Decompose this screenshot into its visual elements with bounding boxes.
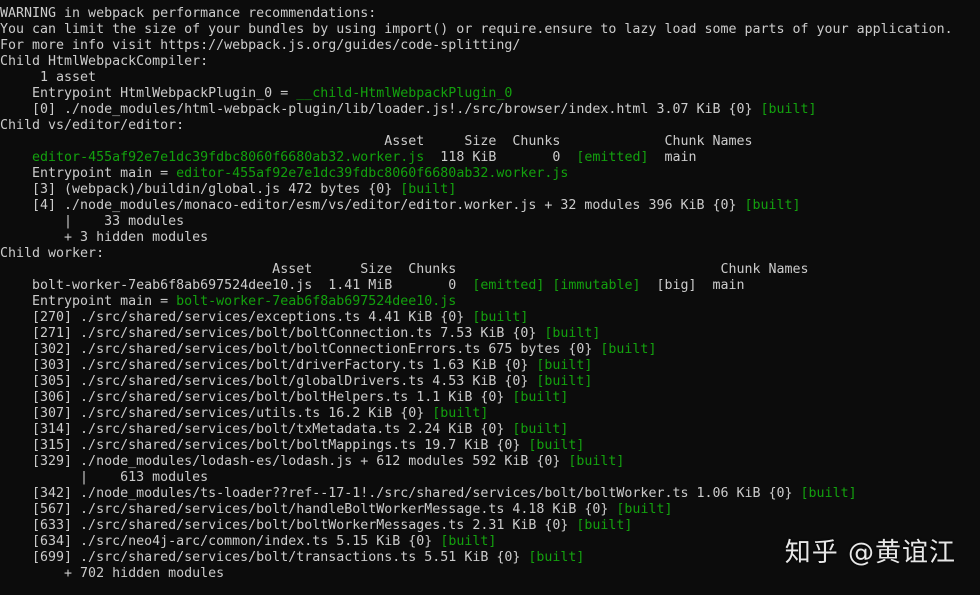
log-text: [633] ./src/shared/services/bolt/boltWor… xyxy=(0,518,577,533)
log-text: | 33 modules xyxy=(0,214,185,229)
terminal-line: bolt-worker-7eab6f8ab697524dee10.js 1.41… xyxy=(0,278,980,294)
terminal-line: [3] (webpack)/buildin/global.js 472 byte… xyxy=(0,182,980,198)
terminal-line: [305] ./src/shared/services/bolt/globalD… xyxy=(0,374,980,390)
terminal-line: | 613 modules xyxy=(0,470,980,486)
log-text: [699] ./src/shared/services/bolt/transac… xyxy=(0,550,529,565)
terminal-line: 1 asset xyxy=(0,70,980,86)
highlighted-text: [built] xyxy=(760,102,817,117)
log-text: [329] ./node_modules/lodash-es/lodash.js… xyxy=(0,454,569,469)
highlighted-text: [immutable] xyxy=(552,278,641,293)
terminal-line: Entrypoint main = editor-455af92e7e1dc39… xyxy=(0,166,980,182)
log-text: For more info visit https://webpack.js.o… xyxy=(0,38,521,53)
log-text: Child HtmlWebpackCompiler: xyxy=(0,54,209,69)
terminal-line: For more info visit https://webpack.js.o… xyxy=(0,38,980,54)
log-text: [big] main xyxy=(640,278,745,293)
terminal-line: Asset Size Chunks Chunk Names xyxy=(0,262,980,278)
log-text: Child worker: xyxy=(0,246,105,261)
log-text: [634] ./src/neo4j-arc/common/index.ts 5.… xyxy=(0,534,441,549)
log-text: | 613 modules xyxy=(0,470,209,485)
highlighted-text: [built] xyxy=(576,518,633,533)
log-text: [4] ./node_modules/monaco-editor/esm/vs/… xyxy=(0,198,745,213)
log-text: 118 KiB 0 xyxy=(424,150,577,165)
log-text: [271] ./src/shared/services/bolt/boltCon… xyxy=(0,326,545,341)
terminal-line: [567] ./src/shared/services/bolt/handleB… xyxy=(0,502,980,518)
log-text: main xyxy=(648,150,697,165)
highlighted-text: [built] xyxy=(536,374,593,389)
highlighted-text: [built] xyxy=(528,550,585,565)
highlighted-text: [built] xyxy=(472,310,529,325)
terminal-line: editor-455af92e7e1dc39fdbc8060f6680ab32.… xyxy=(0,150,980,166)
terminal-line: + 3 hidden modules xyxy=(0,230,980,246)
terminal-line: [307] ./src/shared/services/utils.ts 16.… xyxy=(0,406,980,422)
terminal-line: [0] ./node_modules/html-webpack-plugin/l… xyxy=(0,102,980,118)
highlighted-text: [built] xyxy=(600,342,657,357)
terminal-line: [314] ./src/shared/services/bolt/txMetad… xyxy=(0,422,980,438)
highlighted-text: [built] xyxy=(440,534,497,549)
terminal-line: [329] ./node_modules/lodash-es/lodash.js… xyxy=(0,454,980,470)
log-text: [305] ./src/shared/services/bolt/globalD… xyxy=(0,374,537,389)
highlighted-text: [emitted] xyxy=(472,278,545,293)
log-text: [314] ./src/shared/services/bolt/txMetad… xyxy=(0,422,513,437)
terminal-line: You can limit the size of your bundles b… xyxy=(0,22,980,38)
watermark: 知乎 @黄谊江 xyxy=(784,538,956,568)
highlighted-text: [built] xyxy=(568,454,625,469)
terminal-line: [270] ./src/shared/services/exceptions.t… xyxy=(0,310,980,326)
terminal-line: Entrypoint HtmlWebpackPlugin_0 = __child… xyxy=(0,86,980,102)
terminal-line: | 33 modules xyxy=(0,214,980,230)
log-text: [302] ./src/shared/services/bolt/boltCon… xyxy=(0,342,601,357)
highlighted-text: [built] xyxy=(512,390,569,405)
log-text: [306] ./src/shared/services/bolt/boltHel… xyxy=(0,390,513,405)
highlighted-text: editor-455af92e7e1dc39fdbc8060f6680ab32.… xyxy=(32,150,425,165)
log-text: [342] ./node_modules/ts-loader??ref--17-… xyxy=(0,486,801,501)
log-text: + 702 hidden modules xyxy=(0,566,225,581)
terminal-output[interactable]: WARNING in webpack performance recommend… xyxy=(0,6,980,595)
log-text: Entrypoint HtmlWebpackPlugin_0 = xyxy=(0,86,297,101)
terminal-line: Child vs/editor/editor: xyxy=(0,118,980,134)
highlighted-text: [emitted] xyxy=(576,150,649,165)
log-text: [303] ./src/shared/services/bolt/driverF… xyxy=(0,358,537,373)
terminal-line: Asset Size Chunks Chunk Names xyxy=(0,134,980,150)
highlighted-text: [built] xyxy=(544,326,601,341)
terminal-line: Entrypoint main = bolt-worker-7eab6f8ab6… xyxy=(0,294,980,310)
highlighted-text: [built] xyxy=(432,406,489,421)
log-text: Entrypoint main = xyxy=(0,294,177,309)
log-text: 1 asset xyxy=(0,70,97,85)
terminal-line: WARNING in webpack performance recommend… xyxy=(0,6,980,22)
log-text: Entrypoint main = xyxy=(0,166,177,181)
highlighted-text: [built] xyxy=(512,422,569,437)
highlighted-text: [built] xyxy=(536,358,593,373)
highlighted-text: [built] xyxy=(528,438,585,453)
log-text: bolt-worker-7eab6f8ab697524dee10.js 1.41… xyxy=(0,278,473,293)
highlighted-text: [built] xyxy=(400,182,457,197)
log-text: [0] ./node_modules/html-webpack-plugin/l… xyxy=(0,102,761,117)
terminal-line: Child worker: xyxy=(0,246,980,262)
terminal-line: [4] ./node_modules/monaco-editor/esm/vs/… xyxy=(0,198,980,214)
highlighted-text: __child-HtmlWebpackPlugin_0 xyxy=(296,86,513,101)
highlighted-text: editor-455af92e7e1dc39fdbc8060f6680ab32.… xyxy=(176,166,569,181)
log-text: [567] ./src/shared/services/bolt/handleB… xyxy=(0,502,617,517)
log-text: [3] (webpack)/buildin/global.js 472 byte… xyxy=(0,182,401,197)
terminal-line: [271] ./src/shared/services/bolt/boltCon… xyxy=(0,326,980,342)
log-text: [307] ./src/shared/services/utils.ts 16.… xyxy=(0,406,433,421)
log-text: [270] ./src/shared/services/exceptions.t… xyxy=(0,310,473,325)
log-text: You can limit the size of your bundles b… xyxy=(0,22,953,37)
log-text: [315] ./src/shared/services/bolt/boltMap… xyxy=(0,438,529,453)
terminal-line: [302] ./src/shared/services/bolt/boltCon… xyxy=(0,342,980,358)
terminal-line: [306] ./src/shared/services/bolt/boltHel… xyxy=(0,390,980,406)
log-text: WARNING in webpack performance recommend… xyxy=(0,6,377,21)
highlighted-text: [built] xyxy=(744,198,801,213)
terminal-line: [315] ./src/shared/services/bolt/boltMap… xyxy=(0,438,980,454)
terminal-line: [303] ./src/shared/services/bolt/driverF… xyxy=(0,358,980,374)
log-text: Asset Size Chunks Chunk Names xyxy=(0,262,809,277)
log-text: + 3 hidden modules xyxy=(0,230,209,245)
highlighted-text: [built] xyxy=(616,502,673,517)
highlighted-text: [built] xyxy=(800,486,857,501)
terminal-line: [342] ./node_modules/ts-loader??ref--17-… xyxy=(0,486,980,502)
highlighted-text: bolt-worker-7eab6f8ab697524dee10.js xyxy=(176,294,457,309)
terminal-line: Child HtmlWebpackCompiler: xyxy=(0,54,980,70)
log-text: Child vs/editor/editor: xyxy=(0,118,185,133)
log-text: Asset Size Chunks Chunk Names xyxy=(0,134,753,149)
